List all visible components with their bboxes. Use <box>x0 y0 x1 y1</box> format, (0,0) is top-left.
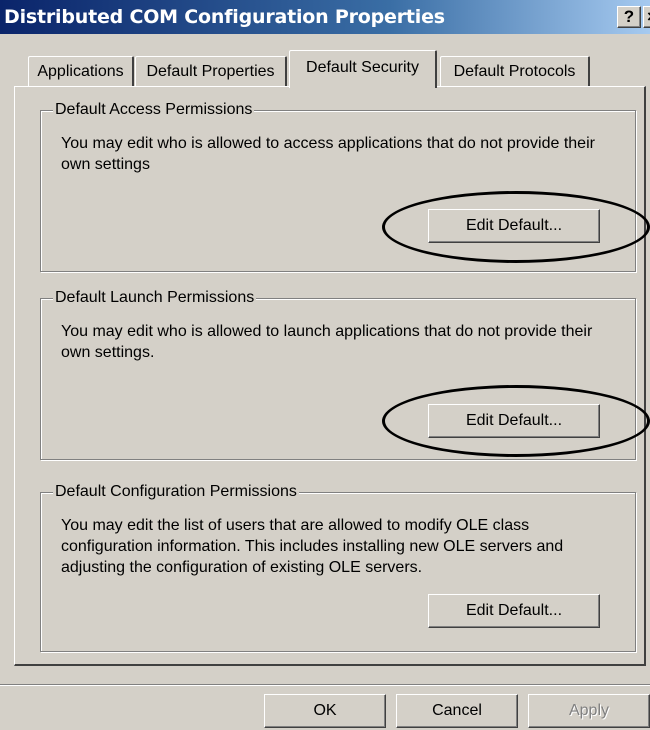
window-title: Distributed COM Configuration Properties <box>4 6 445 28</box>
group-description: You may edit who is allowed to launch ap… <box>61 323 593 361</box>
group-description: You may edit who is allowed to access ap… <box>61 135 595 173</box>
configuration-permissions-group: Default Configuration Permissions You ma… <box>40 482 636 652</box>
tab-default-security[interactable]: Default Security <box>289 50 437 88</box>
group-description: You may edit the list of users that are … <box>61 517 564 576</box>
help-icon: ? <box>623 7 635 26</box>
tab-default-protocols[interactable]: Default Protocols <box>440 56 590 88</box>
close-button[interactable]: × <box>643 6 650 28</box>
access-permissions-group: Default Access Permissions You may edit … <box>40 100 636 272</box>
group-title: Default Launch Permissions <box>53 288 257 308</box>
tab-default-properties[interactable]: Default Properties <box>135 56 287 88</box>
edit-default-launch-button[interactable]: Edit Default... <box>428 404 600 438</box>
title-bar: Distributed COM Configuration Properties… <box>0 0 650 34</box>
ok-button[interactable]: OK <box>264 694 386 728</box>
apply-button[interactable]: Apply <box>528 694 650 728</box>
edit-default-access-button[interactable]: Edit Default... <box>428 209 600 243</box>
edit-default-configuration-button[interactable]: Edit Default... <box>428 594 600 628</box>
cancel-button[interactable]: Cancel <box>396 694 518 728</box>
group-title: Default Configuration Permissions <box>53 482 299 502</box>
tab-applications[interactable]: Applications <box>28 56 134 88</box>
footer-separator <box>0 684 650 686</box>
group-title: Default Access Permissions <box>53 100 255 120</box>
help-button[interactable]: ? <box>617 6 641 28</box>
